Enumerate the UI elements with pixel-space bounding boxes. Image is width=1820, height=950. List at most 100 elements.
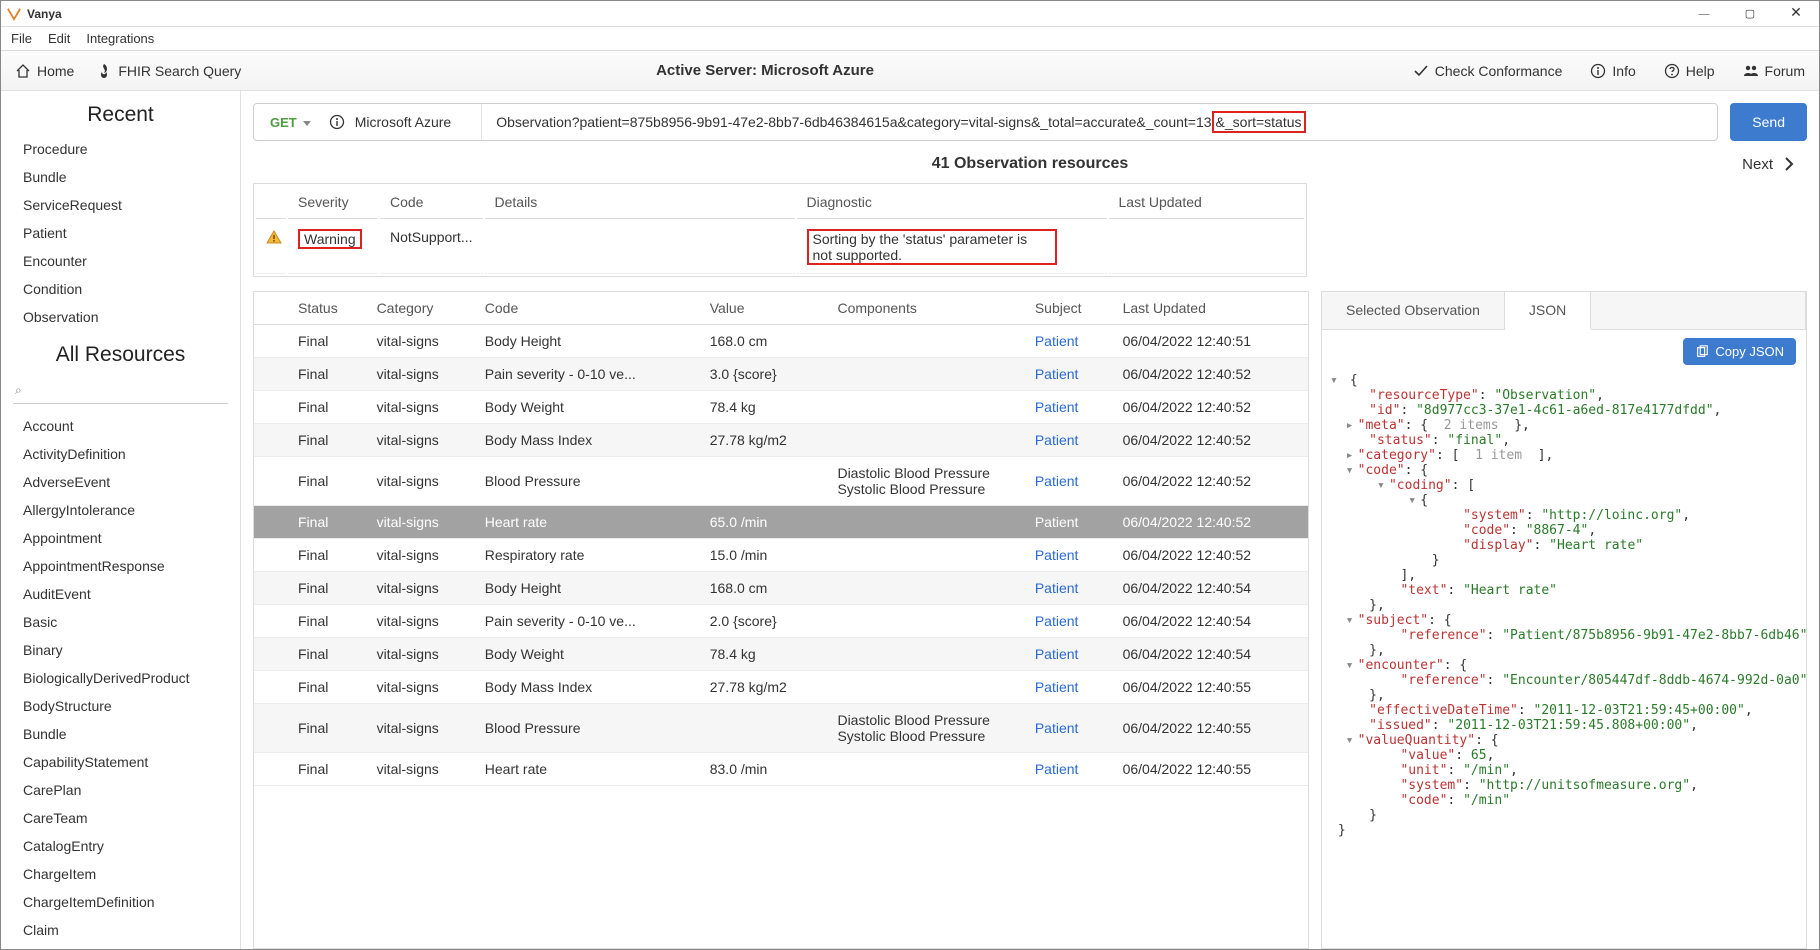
sidebar-all-item[interactable]: ChargeItemDefinition [1,888,240,916]
forum-button[interactable]: Forum [1743,63,1805,79]
window-close-button[interactable]: ✕ [1773,1,1819,27]
obs-status: Final [288,704,367,753]
obs-value: 168.0 cm [700,572,828,605]
observation-row[interactable]: Final vital-signs Body Height 168.0 cm P… [254,572,1308,605]
sidebar-all-item[interactable]: BodyStructure [1,692,240,720]
sidebar-all-item[interactable]: CapabilityStatement [1,748,240,776]
observation-row[interactable]: Final vital-signs Body Mass Index 27.78 … [254,424,1308,457]
obs-components [827,539,1024,572]
obs-hdr-subject[interactable]: Subject [1025,292,1113,325]
observation-row[interactable]: Final vital-signs Blood Pressure Diastol… [254,457,1308,506]
obs-subject-link[interactable]: Patient [1035,720,1079,736]
obs-subject-link[interactable]: Patient [1035,646,1079,662]
sidebar-all-item[interactable]: ChargeItem [1,860,240,888]
observation-row[interactable]: Final vital-signs Pain severity - 0-10 v… [254,358,1308,391]
sidebar-all-item[interactable]: Claim [1,916,240,944]
sidebar-recent-item[interactable]: ServiceRequest [1,191,240,219]
right-panel: Selected Observation JSON Copy JSON ▾ { … [1321,291,1807,949]
sidebar-all-item[interactable]: CareTeam [1,804,240,832]
sidebar-all-item[interactable]: Bundle [1,720,240,748]
menu-file[interactable]: File [11,31,32,46]
sidebar-all-item[interactable]: Binary [1,636,240,664]
sidebar-recent-item[interactable]: Patient [1,219,240,247]
observation-row[interactable]: Final vital-signs Body Weight 78.4 kg Pa… [254,638,1308,671]
resource-search-input[interactable] [13,379,228,404]
menu-integrations[interactable]: Integrations [86,31,154,46]
observation-row[interactable]: Final vital-signs Blood Pressure Diastol… [254,704,1308,753]
obs-code: Pain severity - 0-10 ve... [475,358,700,391]
obs-hdr-components[interactable]: Components [827,292,1024,325]
obs-subject-link[interactable]: Patient [1035,613,1079,629]
sidebar-all-item[interactable]: AuditEvent [1,580,240,608]
http-method-dropdown[interactable]: GET [254,115,319,130]
sidebar-recent-item[interactable]: Procedure [1,135,240,163]
sidebar-all-item[interactable]: Basic [1,608,240,636]
obs-subject-link[interactable]: Patient [1035,333,1079,349]
sidebar-all-item[interactable]: CatalogEntry [1,832,240,860]
obs-updated: 06/04/2022 12:40:52 [1113,391,1308,424]
obs-subject-link[interactable]: Patient [1035,473,1079,489]
obs-subject-link[interactable]: Patient [1035,547,1079,563]
window-minimize-button[interactable]: — [1681,1,1727,27]
json-viewer[interactable]: ▾ { "resourceType": "Observation", "id":… [1322,373,1806,948]
sidebar-all-item[interactable]: BiologicallyDerivedProduct [1,664,240,692]
tab-json[interactable]: JSON [1505,292,1591,330]
sidebar-all-item[interactable]: ActivityDefinition [1,440,240,468]
obs-hdr-category[interactable]: Category [367,292,475,325]
observation-row[interactable]: Final vital-signs Body Mass Index 27.78 … [254,671,1308,704]
info-button[interactable]: Info [1590,63,1635,79]
obs-hdr-updated[interactable]: Last Updated [1113,292,1308,325]
next-page-button[interactable]: Next [1617,156,1797,173]
help-button[interactable]: Help [1664,63,1715,79]
search-icon: ⌕ [15,383,22,398]
sidebar-recent-item[interactable]: Condition [1,275,240,303]
fhir-search-button[interactable]: FHIR Search Query [96,63,241,79]
oo-hdr-severity: Severity [288,186,378,219]
obs-subject-link[interactable]: Patient [1035,366,1079,382]
sidebar-all-item[interactable]: AllergyIntolerance [1,496,240,524]
obs-subject-link[interactable]: Patient [1035,761,1079,777]
sidebar-recent-item[interactable]: Bundle [1,163,240,191]
sidebar-all-item[interactable]: AppointmentResponse [1,552,240,580]
tab-selected-observation[interactable]: Selected Observation [1322,292,1505,329]
obs-code: Pain severity - 0-10 ve... [475,605,700,638]
send-button[interactable]: Send [1730,103,1807,141]
sidebar-all-item[interactable]: AdverseEvent [1,468,240,496]
check-conformance-button[interactable]: Check Conformance [1413,63,1563,79]
home-button[interactable]: Home [15,63,74,79]
sidebar-recent-item[interactable]: Observation [1,303,240,331]
fhir-search-label: FHIR Search Query [118,63,241,79]
obs-subject-link[interactable]: Patient [1035,514,1079,530]
observation-row[interactable]: Final vital-signs Heart rate 83.0 /min P… [254,753,1308,786]
oo-row[interactable]: Warning NotSupport... Sorting by the 'st… [256,221,1304,274]
window-maximize-button[interactable]: ▢ [1727,1,1773,27]
oo-hdr-diagnostic: Diagnostic [797,186,1107,219]
obs-updated: 06/04/2022 12:40:52 [1113,358,1308,391]
sidebar-all-item[interactable]: Appointment [1,524,240,552]
obs-subject-link[interactable]: Patient [1035,679,1079,695]
observation-row[interactable]: Final vital-signs Body Height 168.0 cm P… [254,325,1308,358]
obs-hdr-code[interactable]: Code [475,292,700,325]
observations-table-wrap[interactable]: Status Category Code Value Components Su… [253,291,1309,949]
request-url-input[interactable]: Observation?patient=875b8956-9b91-47e2-8… [496,111,1717,133]
observation-row[interactable]: Final vital-signs Body Weight 78.4 kg Pa… [254,391,1308,424]
obs-subject-link[interactable]: Patient [1035,432,1079,448]
sidebar-all-item[interactable]: Account [1,412,240,440]
sidebar-all-item[interactable]: CarePlan [1,776,240,804]
obs-category: vital-signs [367,704,475,753]
observation-row[interactable]: Final vital-signs Respiratory rate 15.0 … [254,539,1308,572]
obs-status: Final [288,539,367,572]
obs-hdr-status[interactable]: Status [288,292,367,325]
copy-json-button[interactable]: Copy JSON [1683,338,1796,365]
obs-category: vital-signs [367,424,475,457]
obs-subject-link[interactable]: Patient [1035,399,1079,415]
sidebar-recent-item[interactable]: Encounter [1,247,240,275]
obs-hdr-value[interactable]: Value [700,292,828,325]
obs-components [827,572,1024,605]
obs-subject-link[interactable]: Patient [1035,580,1079,596]
observation-row[interactable]: Final vital-signs Heart rate 65.0 /min P… [254,506,1308,539]
info-icon[interactable] [329,114,345,130]
sidebar-all-item[interactable]: ClaimResponse [1,944,240,949]
observation-row[interactable]: Final vital-signs Pain severity - 0-10 v… [254,605,1308,638]
menu-edit[interactable]: Edit [48,31,70,46]
